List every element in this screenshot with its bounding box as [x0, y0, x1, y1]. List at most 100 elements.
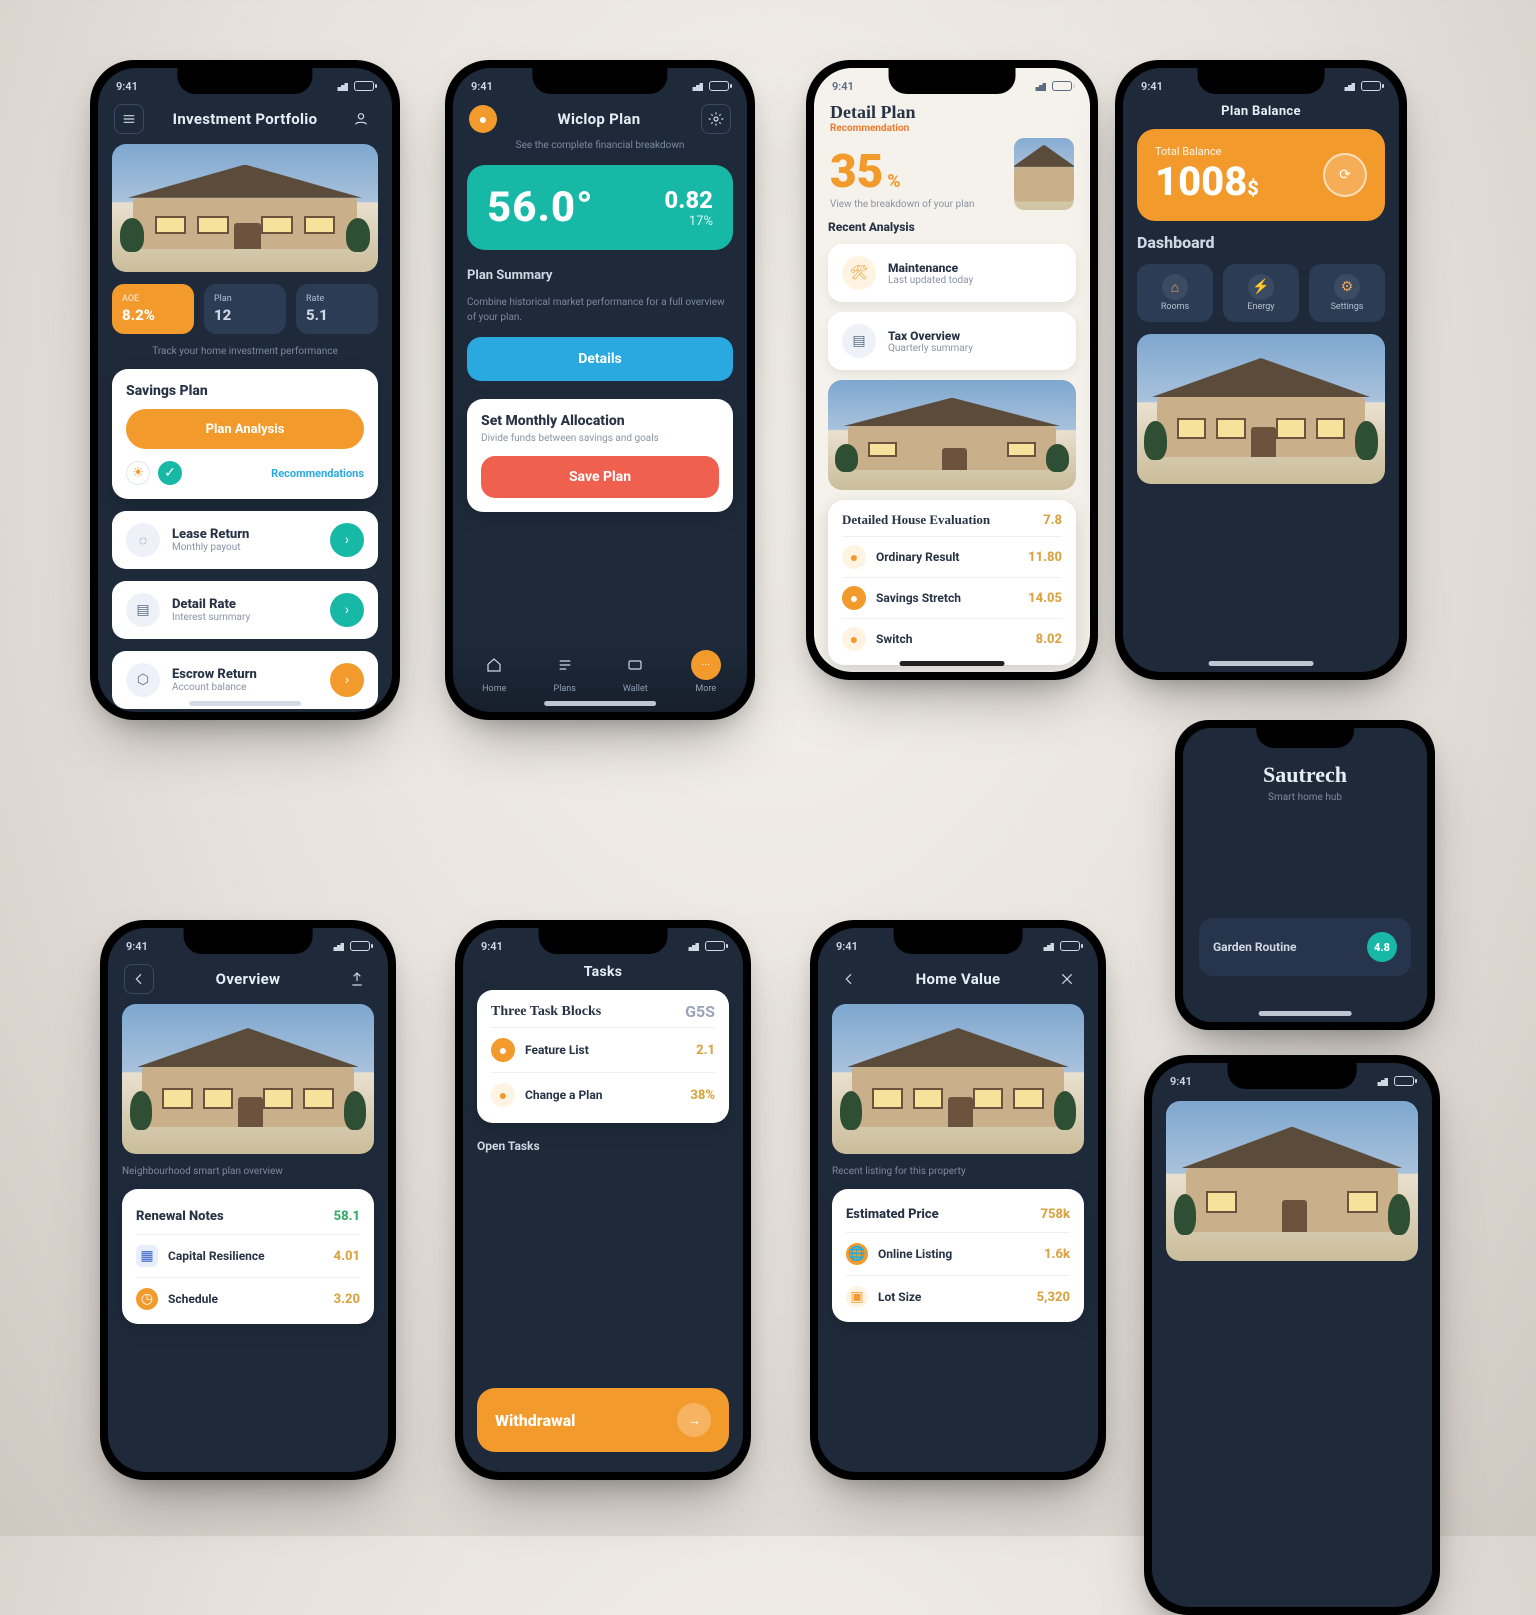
list-item[interactable]: ◌ Lease Return Monthly payout › — [112, 511, 378, 569]
device-notch — [889, 68, 1016, 94]
globe-icon: 🌐 — [846, 1243, 868, 1265]
home-indicator — [544, 701, 656, 706]
dash-chip[interactable]: ⚙ Settings — [1309, 264, 1385, 322]
list-item[interactable]: ●Change a Plan 38% — [491, 1072, 715, 1117]
arrow-right-icon: → — [677, 1403, 711, 1437]
list-item[interactable]: ▤ Tax Overview Quarterly summary — [828, 312, 1076, 370]
page-subtitle: Recommendation — [830, 123, 1074, 134]
wrench-icon: 🛠 — [842, 256, 876, 290]
list-item[interactable]: Renewal Notes 58.1 — [136, 1199, 360, 1234]
value-card: Estimated Price 758k 🌐Online Listing 1.6… — [832, 1189, 1084, 1322]
device-notch — [177, 68, 312, 94]
doc-icon: ▤ — [842, 324, 876, 358]
property-image — [122, 1004, 374, 1154]
page-title: Tasks — [584, 964, 623, 980]
dot-icon: ● — [491, 1038, 515, 1062]
section-title: Plan Summary — [467, 268, 733, 283]
list-item[interactable]: ●Feature List 2.1 — [491, 1027, 715, 1072]
device-notch — [532, 68, 667, 94]
balance-card[interactable]: Total Balance 1008$ ⟳ — [1137, 129, 1385, 221]
card-title: Detailed House Evaluation — [842, 512, 990, 528]
recommend-link[interactable]: Recommendations — [271, 467, 364, 480]
arrow-icon: › — [330, 663, 364, 697]
page-title: Plan Balance — [1221, 104, 1301, 119]
battery-icon — [1361, 81, 1381, 91]
back-button[interactable] — [124, 964, 154, 994]
nav-plans[interactable]: Plans — [550, 650, 580, 694]
list-item[interactable]: ▤ Detail Rate Interest summary › — [112, 581, 378, 639]
gear-icon: ⚙ — [1334, 274, 1360, 300]
list-item[interactable]: ●Switch 8.02 — [842, 618, 1062, 659]
menu-button[interactable] — [114, 104, 144, 134]
routine-card[interactable]: Garden Routine 4.8 — [1199, 918, 1411, 976]
battery-icon — [1394, 1076, 1414, 1086]
profile-button[interactable] — [346, 104, 376, 134]
phone-wiclop-plan: 9:41 ● Wiclop Plan See the complete fina… — [445, 60, 755, 720]
signal-icon — [1032, 81, 1046, 91]
card-title: Savings Plan — [126, 383, 364, 399]
phone-overview: 9:41 Overview Neighbourhood smart plan o… — [100, 920, 396, 1480]
refresh-icon[interactable]: ⟳ — [1323, 153, 1367, 197]
chevron-left-icon — [841, 971, 857, 987]
row-label: Garden Routine — [1213, 940, 1296, 954]
dot-icon: ● — [842, 627, 866, 651]
battery-icon — [1052, 81, 1072, 91]
settings-button[interactable] — [701, 104, 731, 134]
mockup-stage: 9:41 Investment Portfolio AOE 8.2% — [0, 0, 1536, 1536]
back-button[interactable] — [834, 964, 864, 994]
tasks-card: Three Task Blocks G5S ●Feature List 2.1 … — [477, 990, 729, 1123]
metric-unit: % — [887, 171, 900, 192]
signal-icon — [330, 941, 344, 951]
battery-icon — [1060, 941, 1080, 951]
dash-chip[interactable]: ⚡ Energy — [1223, 264, 1299, 322]
signal-icon — [1341, 81, 1355, 91]
list-item[interactable]: ◷Schedule 3.20 — [136, 1277, 360, 1320]
signal-icon — [334, 81, 348, 91]
dash-chip[interactable]: ⌂ Rooms — [1137, 264, 1213, 322]
metric-chip[interactable]: Rate 5.1 — [296, 284, 378, 334]
caption: Neighbourhood smart plan overview — [122, 1166, 374, 1177]
signal-icon — [689, 81, 703, 91]
ruler-icon: ▣ — [846, 1286, 868, 1308]
list-item[interactable]: ▦Capital Resilience 4.01 — [136, 1234, 360, 1277]
page-subtitle: Smart home hub — [1203, 792, 1407, 803]
nav-home[interactable]: Home — [479, 650, 509, 694]
metric-chip[interactable]: Plan 12 — [204, 284, 286, 334]
nav-more[interactable]: ⋯More — [691, 650, 721, 694]
sun-icon: ☀ — [126, 461, 150, 485]
summary-card: Renewal Notes 58.1 ▦Capital Resilience 4… — [122, 1189, 374, 1324]
phone-balance: 9:41 Plan Balance Total Balance 1008$ ⟳ — [1115, 60, 1407, 680]
page-title: Home Value — [916, 970, 1001, 988]
signal-icon — [1040, 941, 1054, 951]
card-title: Three Task Blocks — [491, 1004, 601, 1020]
close-icon — [1059, 971, 1075, 987]
share-button[interactable] — [342, 964, 372, 994]
plan-analysis-button[interactable]: Plan Analysis — [126, 409, 364, 449]
metric-primary: 56.0° — [487, 183, 594, 232]
list-item[interactable]: 🌐Online Listing 1.6k — [846, 1232, 1070, 1275]
card-badge: G5S — [685, 1002, 715, 1021]
list-item[interactable]: ●Ordinary Result 11.80 — [842, 536, 1062, 577]
hero-metric-card[interactable]: 56.0° 0.82 17% — [467, 165, 733, 250]
clock-icon: ◷ — [136, 1288, 158, 1310]
dot-icon: ● — [842, 586, 866, 610]
list-item[interactable]: ●Savings Stretch 14.05 — [842, 577, 1062, 618]
save-plan-button[interactable]: Save Plan — [481, 456, 719, 498]
thumbnail[interactable] — [1014, 138, 1074, 210]
phone-investment: 9:41 Investment Portfolio AOE 8.2% — [90, 60, 400, 720]
metric-secondary-sub: 17% — [664, 214, 713, 229]
list-item[interactable]: Estimated Price 758k — [846, 1197, 1070, 1232]
list-item[interactable]: 🛠 Maintenance Last updated today — [828, 244, 1076, 302]
metric-chip[interactable]: AOE 8.2% — [112, 284, 194, 334]
list-item[interactable]: ▣Lot Size 5,320 — [846, 1275, 1070, 1318]
close-button[interactable] — [1052, 964, 1082, 994]
phone-partial: 9:41 — [1144, 1055, 1440, 1615]
details-button[interactable]: Details — [467, 337, 733, 381]
section-desc: Combine historical market performance fo… — [467, 295, 733, 325]
nav-wallet[interactable]: Wallet — [620, 650, 650, 694]
rating-badge: 4.8 — [1367, 932, 1397, 962]
rooms-icon: ⌂ — [1162, 274, 1188, 300]
signal-icon — [1374, 1076, 1388, 1086]
withdrawal-button[interactable]: Withdrawal → — [477, 1388, 729, 1452]
battery-icon — [354, 81, 374, 91]
